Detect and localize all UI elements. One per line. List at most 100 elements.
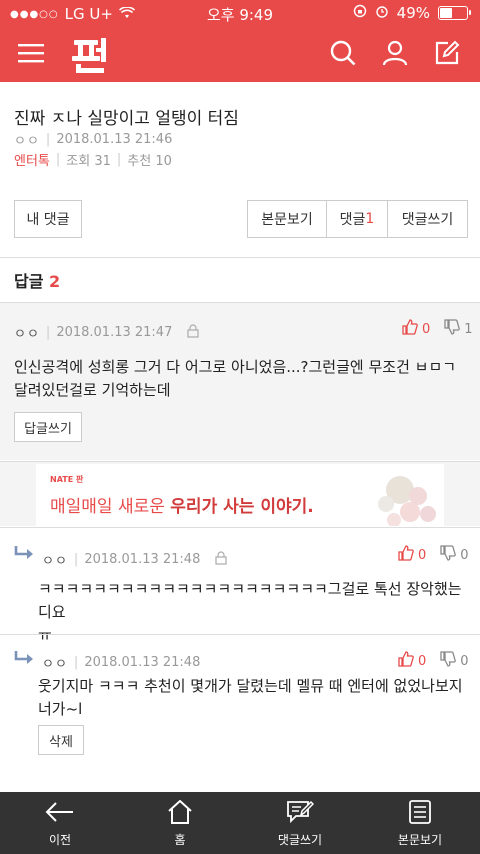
reply-text: ㅋㅋㅋㅋㅋㅋㅋㅋㅋㅋㅋㅋㅋㅋㅋㅋㅋㅋㅋㅋㅋ그걸로 톡선 장악했는디요 ㅠ (38, 578, 474, 647)
reply-author: ㅇㅇ (42, 554, 68, 569)
alarm-icon (375, 4, 389, 22)
reply-meta: ㅇㅇ | 2018.01.13 21:48 (42, 550, 228, 569)
hamburger-icon (18, 43, 44, 67)
ad-text: 매일매일 새로운 우리가 사는 이야기. (50, 492, 314, 517)
reply-arrow-icon (14, 650, 36, 670)
lock-icon[interactable] (186, 323, 200, 342)
upvote-count: 0 (418, 547, 427, 563)
reply-text: 웃기지마 ㅋㅋㅋ 추천이 몇개가 달렸는데 멜뮤 때 엔터에 없었나보지 너가~… (38, 675, 474, 721)
reply-meta: ㅇㅇ | 2018.01.13 21:48 (42, 653, 200, 672)
meta-separator: | (116, 152, 122, 167)
downvote-count: 0 (460, 547, 469, 563)
meta-separator: | (73, 655, 79, 670)
thumbs-down-icon[interactable] (444, 319, 461, 339)
document-icon (408, 800, 432, 831)
comment-text-line: 인신공격에 성희롱 그거 다 어그로 아니었음...?그런글엔 무조건 ㅂㅁㄱ (14, 358, 457, 376)
replies-label: 답글 (14, 272, 44, 291)
comment-edit-icon (286, 800, 315, 831)
app-header (0, 28, 480, 82)
reply-text-line: ㅠ (38, 626, 52, 644)
write-post-button[interactable] (430, 38, 464, 72)
ad-brand: NATE 판 (50, 475, 84, 484)
nav-view-post[interactable]: 본문보기 (360, 792, 480, 854)
view-post-button[interactable]: 본문보기 (248, 201, 327, 237)
article-recommend: 추천 10 (127, 154, 172, 169)
thumbs-up-icon[interactable] (398, 545, 414, 565)
nav-view-label: 본문보기 (397, 833, 443, 847)
downvote-count: 0 (460, 653, 469, 669)
article-category[interactable]: 엔터톡 (14, 150, 50, 169)
rotation-lock-icon (353, 4, 367, 22)
status-bar: ●●●○○ LG U+ 오후 9:49 49% (0, 0, 480, 28)
comment-votes: 0 1 (402, 319, 473, 339)
post-action-group: 본문보기 댓글 1 댓글쓰기 (247, 200, 468, 238)
meta-separator: | (73, 552, 79, 567)
replies-count: 2 (49, 272, 61, 291)
nav-back-label: 이전 (48, 833, 72, 847)
comment-date: 2018.01.13 21:47 (56, 325, 173, 340)
nav-back[interactable]: 이전 (0, 792, 120, 854)
thumbs-up-icon[interactable] (402, 319, 418, 339)
pearls-image (378, 476, 436, 526)
section-divider (0, 257, 480, 258)
reply-votes: 0 0 (398, 545, 469, 565)
nav-write-comment[interactable]: 댓글쓰기 (240, 792, 360, 854)
home-icon (167, 799, 193, 831)
reply-date: 2018.01.13 21:48 (84, 552, 201, 567)
status-right: 49% (353, 4, 471, 22)
nav-write-label: 댓글쓰기 (277, 833, 323, 847)
search-button[interactable] (326, 38, 360, 72)
comments-label: 댓글 (339, 212, 366, 228)
section-divider (0, 634, 480, 635)
article-meta: ㅇㅇ | 2018.01.13 21:46 (14, 130, 172, 149)
downvote-count: 1 (464, 321, 473, 337)
comments-count: 1 (365, 211, 375, 227)
reply-text-line: 웃기지마 ㅋㅋㅋ 추천이 몇개가 달렸는데 멜뮤 때 엔터에 없었나보지 (38, 677, 463, 695)
menu-button[interactable] (14, 38, 48, 72)
article-title: 진짜 ㅈ나 실망이고 얼탱이 터짐 (14, 109, 239, 129)
battery-icon (438, 6, 471, 20)
reply-text-line: 너가~l (38, 700, 83, 718)
thumbs-down-icon[interactable] (440, 651, 457, 671)
battery-fill (440, 8, 452, 18)
battery-percent: 49% (396, 4, 430, 22)
thumbs-up-icon[interactable] (398, 651, 414, 671)
ad-text-emph: 우리가 사는 이야기. (170, 497, 314, 517)
comments-button[interactable]: 댓글 1 (327, 201, 388, 237)
reply-author: ㅇㅇ (42, 657, 68, 672)
article-author: ㅇㅇ (14, 134, 40, 149)
article-views: 조회 31 (66, 154, 111, 169)
meta-separator: | (45, 325, 51, 340)
replies-heading: 답글 2 (14, 268, 60, 292)
upvote-count: 0 (418, 653, 427, 669)
reply-arrow-icon (14, 545, 36, 565)
back-arrow-icon (45, 800, 75, 831)
reply-votes: 0 0 (398, 651, 469, 671)
bottom-nav: 이전 홈 댓글쓰기 본문보기 (0, 792, 480, 854)
comment-text: 인신공격에 성희롱 그거 다 어그로 아니었음...?그런글엔 무조건 ㅂㅁㄱ … (14, 356, 474, 402)
thumbs-down-icon[interactable] (440, 545, 457, 565)
comment-author: ㅇㅇ (14, 327, 40, 342)
comment-meta: ㅇㅇ | 2018.01.13 21:47 (14, 323, 200, 342)
profile-button[interactable] (378, 38, 412, 72)
upvote-count: 0 (422, 321, 431, 337)
ad-banner[interactable]: NATE 판 매일매일 새로운 우리가 사는 이야기. (36, 464, 444, 526)
lock-icon[interactable] (214, 550, 228, 569)
article-stats: 엔터톡 | 조회 31 | 추천 10 (14, 150, 172, 169)
nav-home-label: 홈 (174, 833, 186, 847)
ad-text-prefix: 매일매일 새로운 (50, 497, 171, 517)
meta-separator: | (45, 132, 51, 147)
meta-separator: | (55, 152, 61, 167)
delete-button[interactable]: 삭제 (38, 725, 84, 755)
comment-text-line: 달려있던걸로 기억하는데 (14, 381, 171, 399)
pann-logo[interactable] (72, 34, 108, 74)
nav-home[interactable]: 홈 (120, 792, 240, 854)
reply-write-button[interactable]: 답글쓰기 (14, 412, 82, 442)
write-comment-button[interactable]: 댓글쓰기 (388, 201, 467, 237)
edit-icon (434, 40, 460, 70)
my-comments-button[interactable]: 내 댓글 (14, 200, 82, 238)
article-date: 2018.01.13 21:46 (56, 132, 173, 147)
section-divider (0, 527, 480, 528)
reply-text-line: ㅋㅋㅋㅋㅋㅋㅋㅋㅋㅋㅋㅋㅋㅋㅋㅋㅋㅋㅋㅋㅋ그걸로 톡선 장악했는디요 (38, 580, 462, 621)
search-icon (330, 40, 356, 70)
